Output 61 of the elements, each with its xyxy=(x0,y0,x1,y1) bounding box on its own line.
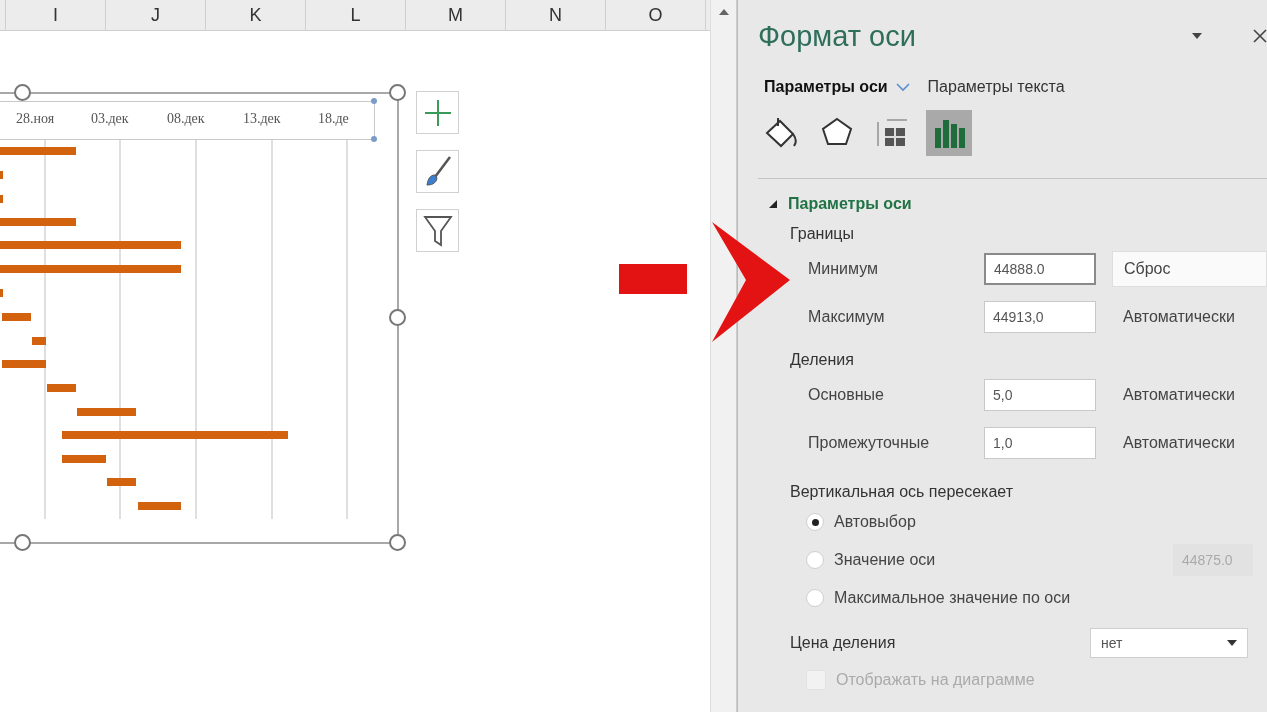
axis-label: 03.дек xyxy=(91,111,129,127)
expand-triangle-icon[interactable] xyxy=(768,199,778,209)
group-label: Деления xyxy=(789,351,855,370)
pane-tab[interactable]: Параметры текста xyxy=(927,78,1065,96)
resize-handle[interactable] xyxy=(14,84,31,101)
add-element-button[interactable] xyxy=(416,91,459,134)
radio-button[interactable] xyxy=(806,551,824,569)
resize-handle[interactable] xyxy=(14,534,31,551)
column-header[interactable]: I xyxy=(6,0,106,30)
field-label: Цена деления xyxy=(790,634,897,652)
resize-handle[interactable] xyxy=(389,84,406,101)
chart-style-button[interactable] xyxy=(416,150,459,193)
filter-icon xyxy=(422,213,453,248)
close-icon[interactable] xyxy=(1253,29,1267,43)
plus-icon xyxy=(422,97,453,128)
resize-handle[interactable] xyxy=(389,309,406,326)
status-text: Автоматически xyxy=(1122,434,1236,452)
scrollbar[interactable] xyxy=(710,0,737,712)
status-text: Автоматически xyxy=(1122,386,1236,404)
paint-bucket-icon xyxy=(763,116,799,150)
field-label: Основные xyxy=(808,386,885,404)
radio-label[interactable]: Максимальное значение по оси xyxy=(834,589,1071,607)
column-header[interactable]: L xyxy=(306,0,406,30)
radio-label[interactable]: Автовыбор xyxy=(834,513,916,531)
column-header[interactable]: N xyxy=(506,0,606,30)
axis-selection-box[interactable]: 28.ноя 03.дек 08.дек 13.дек 18.де xyxy=(0,101,375,140)
chevron-icon xyxy=(895,82,910,92)
input-field[interactable]: 44888.0 xyxy=(984,253,1096,285)
field-label: Промежуточные xyxy=(808,434,931,452)
resize-handle[interactable] xyxy=(389,534,406,551)
caret-icon[interactable] xyxy=(1191,32,1203,40)
column-header[interactable]: K xyxy=(206,0,306,30)
axis-label: 13.дек xyxy=(243,111,281,127)
selection-handle[interactable] xyxy=(371,98,377,104)
input-field[interactable]: 44913,0 xyxy=(984,301,1096,333)
pane-title: Формат оси xyxy=(758,19,917,53)
section-title[interactable]: Параметры оси xyxy=(788,195,912,213)
radio-button[interactable] xyxy=(806,589,824,607)
field-label: Минимум xyxy=(808,260,880,278)
axis-label: 08.дек xyxy=(167,111,205,127)
axis-label: 28.ноя xyxy=(16,111,55,127)
group-label: Границы xyxy=(789,225,855,244)
axis-options-tab[interactable] xyxy=(926,110,972,156)
axis-label: 18.де xyxy=(318,111,349,127)
pane-tab[interactable]: Параметры оси xyxy=(764,78,910,96)
input-field[interactable]: 5,0 xyxy=(984,379,1096,411)
radio-button[interactable] xyxy=(806,513,824,531)
selection-handle[interactable] xyxy=(371,136,377,142)
chart-filter-button[interactable] xyxy=(416,209,459,252)
reset-button[interactable]: Сброс xyxy=(1112,251,1267,287)
caret-icon xyxy=(1227,640,1237,646)
scroll-up-icon[interactable] xyxy=(718,8,729,16)
status-text: Автоматически xyxy=(1122,308,1236,326)
column-header[interactable]: J xyxy=(106,0,206,30)
group-label: Вертикальная ось пересекает xyxy=(789,483,1015,502)
column-header[interactable]: M xyxy=(406,0,506,30)
input-field[interactable]: 1,0 xyxy=(984,427,1096,459)
field-label: Максимум xyxy=(808,308,886,326)
dropdown[interactable]: нет xyxy=(1090,628,1248,658)
column-header[interactable]: O xyxy=(606,0,706,30)
radio-label[interactable]: Значение оси xyxy=(834,551,936,569)
